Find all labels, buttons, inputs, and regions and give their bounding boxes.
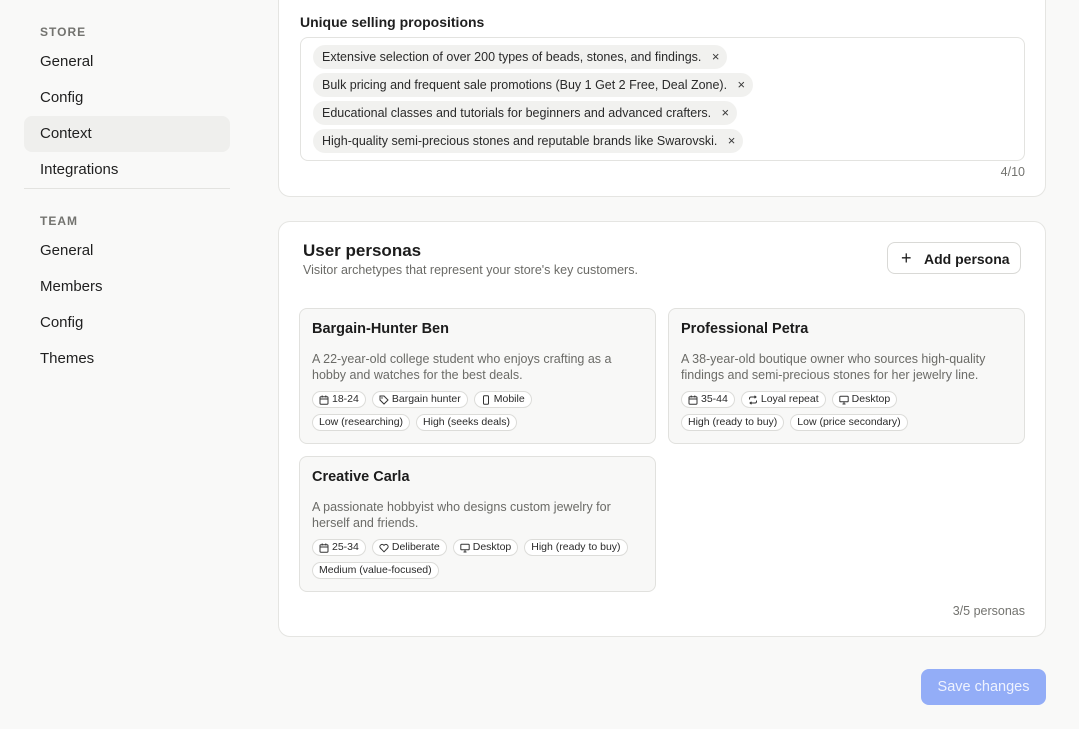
device-chip: Desktop (452, 539, 519, 556)
mobile-icon (482, 394, 489, 405)
price-sensitivity-chip: High (seeks deals) (416, 414, 517, 431)
persona-card[interactable]: Bargain-Hunter Ben A 22-year-old college… (299, 308, 656, 444)
persona-description: A 22-year-old college student who enjoys… (312, 352, 612, 382)
intent-chip: Low (researching) (312, 414, 411, 431)
calendar-icon (319, 543, 329, 553)
usp-card: Unique selling propositions Extensive se… (278, 0, 1046, 197)
persona-name: Bargain-Hunter Ben (312, 321, 449, 337)
device-label: Desktop (851, 393, 891, 405)
usp-tag-text: Educational classes and tutorials for be… (322, 106, 712, 120)
sidebar-item-store-general[interactable]: General (24, 44, 230, 80)
remove-tag-icon[interactable]: × (712, 45, 720, 69)
usp-tag: High-quality semi-precious stones and re… (313, 129, 744, 153)
persona-card[interactable]: Creative Carla A passionate hobbyist who… (299, 456, 656, 592)
store-section-heading: STORE (40, 25, 87, 39)
behavior-chip: Bargain hunter (371, 391, 468, 408)
age-chip: 25-34 (312, 539, 366, 556)
plus-icon: + (901, 248, 912, 268)
usp-tag-text: Extensive selection of over 200 types of… (322, 50, 702, 64)
device-label: Desktop (472, 541, 512, 553)
age-label: 35-44 (701, 393, 728, 405)
tag-icon (379, 395, 389, 405)
sidebar-item-members[interactable]: Members (24, 269, 230, 305)
repeat-icon (748, 394, 757, 405)
persona-description: A 38-year-old boutique owner who sources… (681, 352, 986, 382)
sidebar-item-team-general[interactable]: General (24, 233, 230, 269)
device-label: Mobile (493, 393, 525, 405)
persona-description: A passionate hobbyist who designs custom… (312, 500, 611, 530)
behavior-chip: Deliberate (371, 539, 447, 556)
personas-subtitle: Visitor archetypes that represent your s… (303, 263, 638, 277)
intent-chip: High (ready to buy) (681, 414, 785, 431)
age-label: 18-24 (332, 393, 359, 405)
sidebar-item-context[interactable]: Context (24, 116, 230, 152)
price-sensitivity-chip: Low (price secondary) (790, 414, 908, 431)
usp-label: Unique selling propositions (300, 14, 485, 30)
personas-title: User personas (303, 241, 422, 260)
behavior-label: Bargain hunter (391, 393, 461, 405)
usp-count: 4/10 (1000, 165, 1025, 179)
add-persona-label: Add persona (924, 251, 1010, 267)
age-chip: 18-24 (312, 391, 366, 408)
usp-tag-text: High-quality semi-precious stones and re… (322, 134, 718, 148)
remove-tag-icon[interactable]: × (737, 73, 745, 97)
save-changes-button[interactable]: Save changes (921, 669, 1046, 705)
age-label: 25-34 (332, 541, 359, 553)
sidebar-divider (24, 188, 230, 189)
desktop-icon (838, 395, 849, 404)
usp-tag: Bulk pricing and frequent sale promotion… (313, 73, 754, 97)
usp-tag-input[interactable]: Extensive selection of over 200 types of… (300, 37, 1025, 161)
remove-tag-icon[interactable]: × (722, 101, 730, 125)
heart-icon (379, 543, 389, 553)
sidebar-item-team-config[interactable]: Config (24, 305, 230, 341)
team-section-heading: TEAM (40, 214, 78, 228)
behavior-label: Loyal repeat (760, 393, 819, 405)
usp-tag: Extensive selection of over 200 types of… (313, 45, 728, 69)
add-persona-button[interactable]: + Add persona (887, 242, 1021, 274)
sidebar-item-integrations[interactable]: Integrations (24, 152, 230, 188)
calendar-icon (319, 395, 329, 405)
intent-chip: High (ready to buy) (524, 539, 628, 556)
price-sensitivity-chip: Medium (value-focused) (312, 562, 439, 579)
usp-tag: Educational classes and tutorials for be… (313, 101, 738, 125)
persona-card[interactable]: Professional Petra A 38-year-old boutiqu… (668, 308, 1025, 444)
behavior-label: Deliberate (391, 541, 440, 553)
persona-count: 3/5 personas (952, 604, 1025, 618)
device-chip: Desktop (831, 391, 898, 408)
usp-tag-text: Bulk pricing and frequent sale promotion… (322, 78, 728, 92)
persona-name: Professional Petra (681, 321, 809, 337)
desktop-icon (460, 543, 470, 552)
age-chip: 35-44 (681, 391, 735, 408)
remove-tag-icon[interactable]: × (728, 129, 736, 153)
calendar-icon (688, 395, 698, 405)
personas-card: User personas Visitor archetypes that re… (278, 221, 1046, 637)
sidebar-item-themes[interactable]: Themes (24, 341, 230, 377)
behavior-chip: Loyal repeat (740, 391, 826, 408)
device-chip: Mobile (473, 391, 532, 408)
persona-name: Creative Carla (312, 469, 410, 485)
sidebar-item-store-config[interactable]: Config (24, 80, 230, 116)
